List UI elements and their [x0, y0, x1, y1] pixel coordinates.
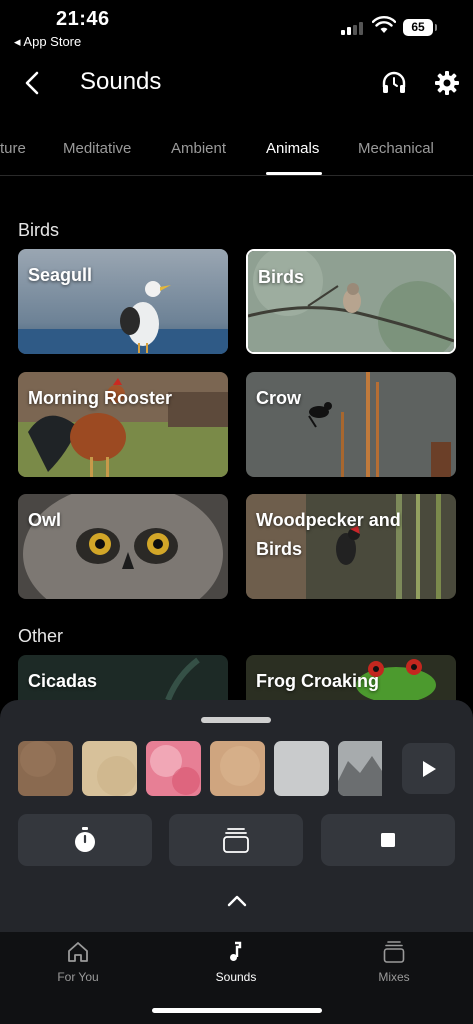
back-to-app-store-link[interactable]: ◂ App Store — [14, 34, 81, 50]
mix-swatch-4[interactable] — [210, 741, 265, 796]
swatch-texture — [18, 741, 73, 796]
mix-swatch-5[interactable] — [274, 741, 329, 796]
timer-button[interactable] — [18, 814, 152, 866]
sheet-drag-handle[interactable] — [201, 717, 271, 723]
sound-card-label: Owl — [28, 510, 62, 530]
music-note-icon — [230, 941, 242, 961]
sound-card-label: Cicadas — [28, 671, 98, 691]
stopwatch-icon — [75, 827, 95, 852]
sound-card-label: Birds — [258, 267, 305, 287]
tab-bar-label: Mixes — [378, 970, 410, 984]
sound-card-frog-croaking[interactable]: Frog Croaking — [246, 655, 456, 700]
sound-card-cicadas[interactable]: Cicadas — [18, 655, 228, 700]
status-bar: 21:46 ◂ App Store 65 — [0, 0, 473, 56]
section-title-other: Other — [18, 626, 64, 646]
battery-indicator: 65 — [403, 19, 437, 36]
mix-swatch-2[interactable] — [82, 741, 137, 796]
sound-card-crow[interactable]: Crow — [246, 372, 456, 477]
tab-mechanical[interactable]: Mechanical — [358, 140, 434, 157]
tab-bar-mixes[interactable]: Mixes — [349, 940, 439, 984]
swatch-texture — [146, 741, 201, 796]
swatch-texture — [338, 741, 382, 796]
wifi-icon — [372, 16, 396, 33]
stop-icon — [381, 833, 395, 847]
tab-bar-for-you[interactable]: For You — [33, 940, 123, 984]
section-title-birds: Birds — [18, 220, 60, 240]
swatch-texture — [274, 741, 329, 796]
stack-icon — [383, 941, 405, 963]
sound-card-label: Morning Rooster — [28, 388, 172, 408]
tab-bar-label: For You — [57, 970, 99, 984]
category-tabs: ture Meditative Ambient Animals Mechanic… — [0, 124, 473, 176]
stop-button[interactable] — [321, 814, 455, 866]
tab-ambient[interactable]: Ambient — [171, 140, 226, 157]
home-indicator[interactable] — [152, 1008, 322, 1013]
sound-card-label: Crow — [256, 388, 301, 408]
swatch-texture — [210, 741, 265, 796]
active-tab-indicator — [266, 172, 322, 175]
tab-meditative[interactable]: Meditative — [63, 140, 131, 157]
sound-card-woodpecker-and-birds[interactable]: Woodpecker and Birds — [246, 494, 456, 599]
headphones-icon[interactable] — [379, 68, 409, 98]
mix-swatch-6[interactable] — [338, 741, 382, 796]
play-button[interactable] — [402, 743, 455, 794]
mix-swatch-1[interactable] — [18, 741, 73, 796]
gear-icon[interactable] — [432, 68, 462, 98]
player-sheet — [0, 700, 473, 932]
cellular-signal-icon — [341, 22, 363, 35]
tab-animals[interactable]: Animals — [266, 140, 319, 157]
tab-bar-sounds[interactable]: Sounds — [191, 940, 281, 984]
sound-card-birds[interactable]: Birds — [246, 249, 456, 354]
stack-icon — [223, 828, 249, 853]
chevron-up-icon[interactable] — [225, 893, 249, 909]
sound-card-morning-rooster[interactable]: Morning Rooster — [18, 372, 228, 477]
tab-bar-label: Sounds — [215, 970, 257, 984]
sound-card-label: Frog Croaking — [256, 671, 380, 691]
chevron-left-icon[interactable] — [18, 68, 48, 98]
play-icon — [422, 760, 436, 777]
top-header: Sounds — [0, 56, 473, 116]
mix-swatch-3[interactable] — [146, 741, 201, 796]
home-icon — [68, 942, 88, 962]
sound-card-label: Seagull — [28, 265, 93, 285]
save-mix-button[interactable] — [169, 814, 303, 866]
tab-nature[interactable]: ture — [0, 140, 26, 157]
page-title: Sounds — [80, 68, 162, 95]
swatch-texture — [82, 741, 137, 796]
sound-card-owl[interactable]: Owl — [18, 494, 228, 599]
status-time: 21:46 — [56, 8, 110, 30]
sound-card-label: Woodpecker and Birds — [256, 510, 401, 559]
sound-card-seagull[interactable]: Seagull — [18, 249, 228, 354]
